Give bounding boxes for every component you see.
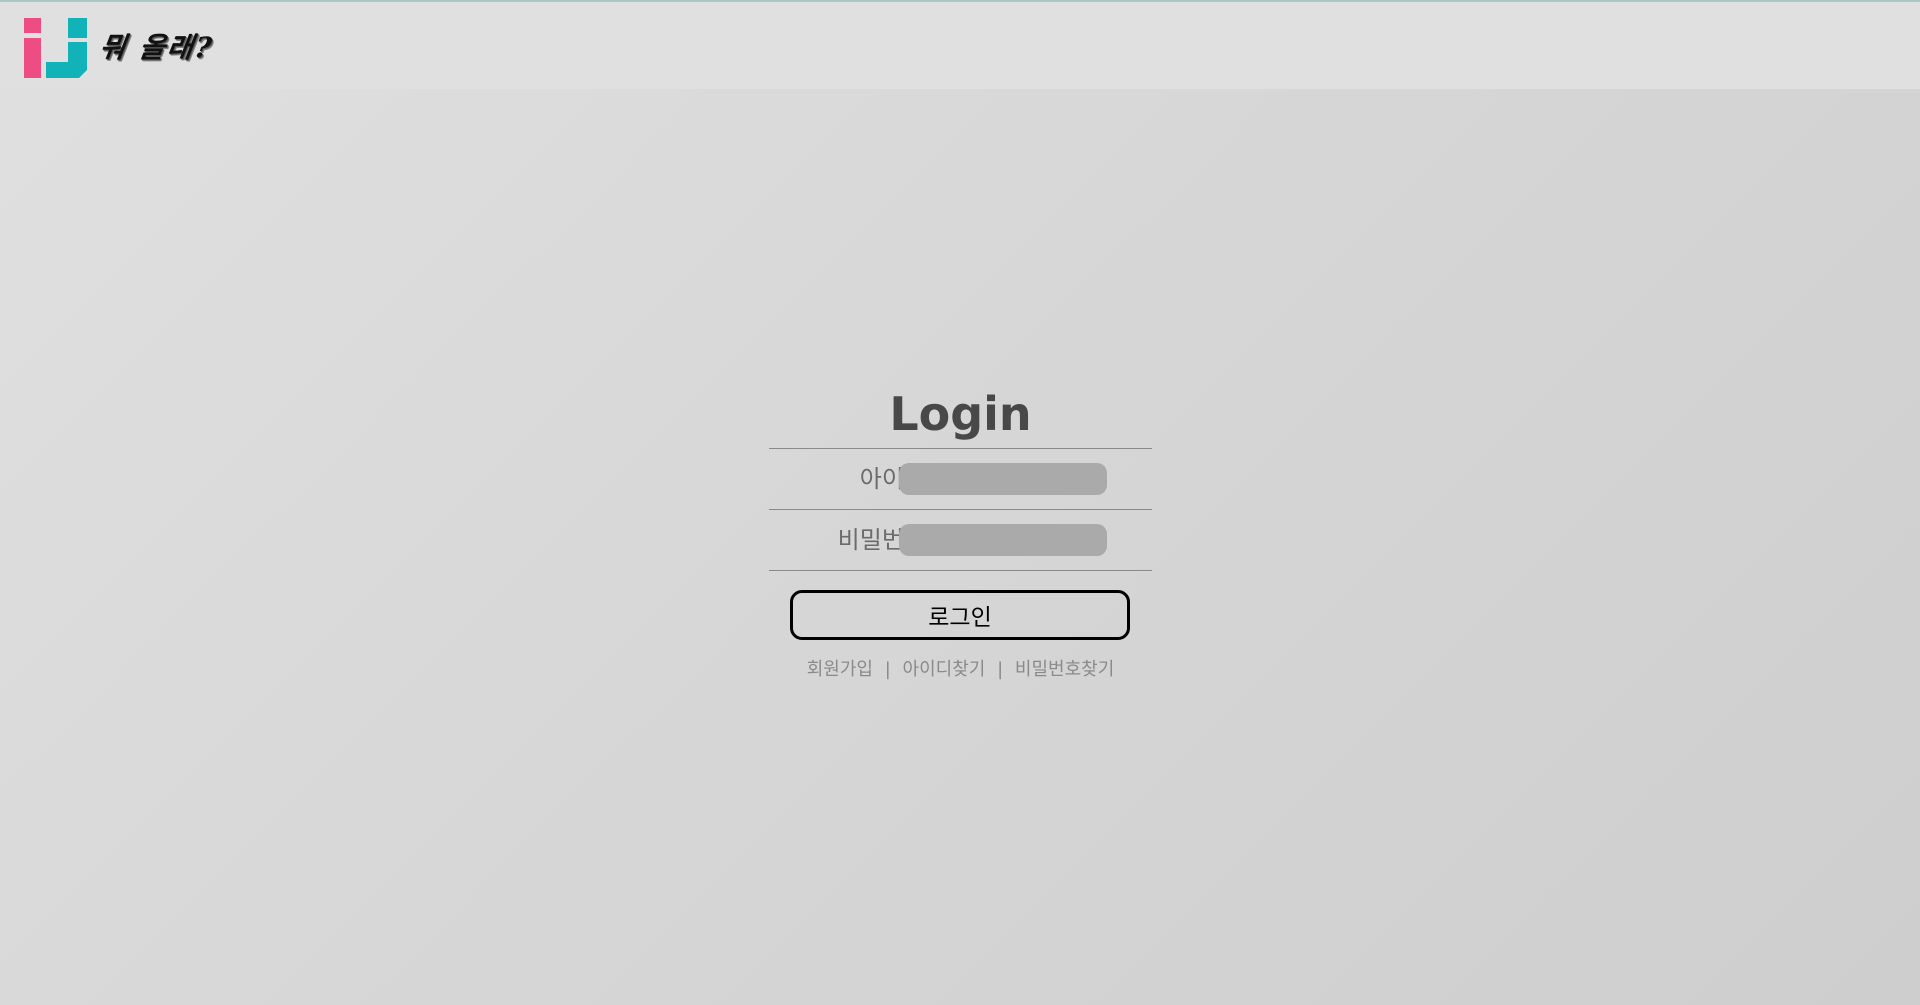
id-input[interactable] [899,463,1107,495]
link-separator: | [997,659,1004,680]
site-header: 뭐 올래? [0,2,1920,89]
link-separator: | [884,659,891,680]
password-input[interactable] [899,524,1107,556]
ij-logo-icon [24,18,87,78]
id-row: 아이디 [769,448,1152,509]
signup-link[interactable]: 회원가입 [807,659,873,680]
account-links: 회원가입 | 아이디찾기 | 비밀번호찾기 [769,655,1152,681]
logo-link[interactable] [24,18,87,78]
login-button[interactable]: 로그인 [790,590,1130,640]
login-title: Login [889,387,1032,441]
login-form: Login 아이디 비밀번호 로그인 회원가입 | 아이디찾기 | 비밀번호찾기 [769,380,1152,680]
find-id-link[interactable]: 아이디찾기 [903,659,986,680]
find-password-link[interactable]: 비밀번호찾기 [1015,659,1114,680]
brand-name: 뭐 올래? [97,31,216,64]
password-row: 비밀번호 [769,509,1152,571]
